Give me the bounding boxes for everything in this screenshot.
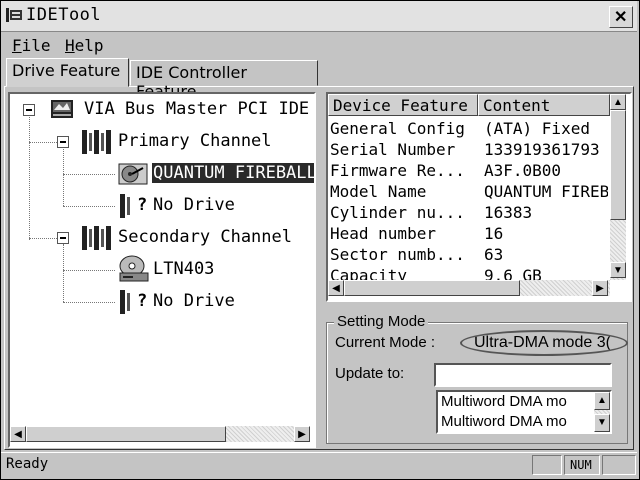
scroll-left-button[interactable]: ◀ (328, 280, 344, 296)
tree-node-secondary-channel[interactable]: Secondary Channel (118, 227, 292, 247)
current-mode-label: Current Mode : (335, 334, 436, 351)
tree-connector (63, 206, 115, 207)
mode-option[interactable]: Multiword DMA mo (438, 412, 610, 432)
tree-connector (63, 270, 115, 271)
scroll-thumb[interactable] (26, 426, 226, 442)
feature-value-cell[interactable]: 63 (484, 244, 608, 265)
tree-connector (63, 302, 115, 303)
column-header-device-feature[interactable]: Device Feature (328, 94, 478, 116)
tree-connector (29, 142, 57, 143)
feature-name-cell[interactable]: Sector numb... (330, 244, 476, 265)
no-drive-icon (118, 289, 136, 320)
mode-options-list[interactable]: Multiword DMA mo Multiword DMA mo ▲ ▼ (436, 390, 612, 434)
scroll-left-button[interactable]: ◀ (10, 426, 26, 442)
feature-name-cell[interactable]: Cylinder nu... (330, 202, 476, 223)
tab-drive-feature[interactable]: Drive Feature (6, 58, 129, 87)
collapse-secondary-button[interactable] (57, 232, 69, 244)
scroll-down-button[interactable]: ▼ (610, 262, 626, 278)
update-to-field[interactable] (434, 363, 612, 387)
device-tree[interactable]: VIA Bus Master PCI IDE Controller Primar… (8, 92, 316, 448)
tree-node-controller[interactable]: VIA Bus Master PCI IDE Controller (84, 99, 314, 119)
feature-name-cell[interactable]: Head number (330, 223, 476, 244)
tree-node-primary-channel[interactable]: Primary Channel (118, 131, 272, 151)
tree-connector (29, 110, 30, 240)
feature-name-cell[interactable]: Serial Number (330, 139, 476, 160)
collapse-primary-button[interactable] (57, 136, 69, 148)
feature-name-cell[interactable]: Firmware Re... (330, 160, 476, 181)
cdrom-drive-icon (118, 255, 150, 288)
scroll-thumb[interactable] (344, 280, 520, 296)
num-lock-indicator: NUM (564, 455, 600, 475)
mode-option[interactable]: Multiword DMA mo (438, 392, 610, 412)
feature-value-cell[interactable]: A3F.0B00 (484, 160, 608, 181)
tab-ide-controller-feature[interactable]: IDE Controller Feature (130, 60, 318, 101)
feature-value-cell[interactable]: QUANTUM FIREBALL (484, 181, 608, 202)
feature-name-cell[interactable]: General Config (330, 118, 476, 139)
tree-node-quantum-fireball[interactable]: QUANTUM FIREBALL (152, 163, 314, 183)
current-mode-value: Ultra-DMA mode 3( (460, 330, 628, 356)
device-feature-list[interactable]: Device Feature Content General Config (AT… (326, 92, 632, 302)
feature-value-cell[interactable]: 16383 (484, 202, 608, 223)
feature-name-cell[interactable]: Model Name (330, 181, 476, 202)
status-pane (532, 455, 562, 475)
no-drive-icon (118, 193, 136, 224)
ide-channel-icon (80, 225, 114, 256)
app-icon (6, 8, 22, 22)
question-mark-icon: ? (137, 195, 148, 215)
tree-connector (63, 146, 64, 206)
tree-connector (29, 238, 57, 239)
tree-connector (63, 174, 115, 175)
menu-file[interactable]: File (12, 36, 51, 55)
scroll-thumb[interactable] (610, 110, 626, 220)
scroll-down-button[interactable]: ▼ (594, 414, 610, 432)
hard-disk-icon (118, 161, 148, 192)
scroll-up-button[interactable]: ▲ (610, 94, 626, 110)
scroll-up-button[interactable]: ▲ (594, 392, 610, 410)
close-icon: ✕ (614, 9, 628, 26)
tree-connector (63, 244, 64, 302)
feature-value-cell[interactable]: 16 (484, 223, 608, 244)
tree-node-secondary-no-drive[interactable]: No Drive (153, 291, 235, 311)
controller-card-icon (50, 98, 74, 125)
update-to-label: Update to: (335, 365, 405, 382)
column-header-content[interactable]: Content (478, 94, 610, 116)
tree-node-ltn403[interactable]: LTN403 (153, 259, 214, 279)
menu-help[interactable]: Help (65, 36, 104, 55)
collapse-root-button[interactable] (23, 104, 35, 116)
feature-value-cell[interactable]: (ATA) Fixed (484, 118, 608, 139)
scroll-right-button[interactable]: ▶ (592, 280, 608, 296)
feature-value-cell[interactable]: 133919361793 (484, 139, 608, 160)
close-button[interactable]: ✕ (609, 6, 633, 28)
window-title: IDETool (26, 5, 102, 25)
ide-channel-icon (80, 129, 114, 160)
status-pane (602, 455, 636, 475)
tree-node-primary-no-drive[interactable]: No Drive (153, 195, 235, 215)
scroll-right-button[interactable]: ▶ (294, 426, 310, 442)
status-text: Ready (6, 456, 49, 472)
question-mark-icon: ? (137, 291, 148, 311)
setting-mode-label: Setting Mode (334, 313, 429, 330)
